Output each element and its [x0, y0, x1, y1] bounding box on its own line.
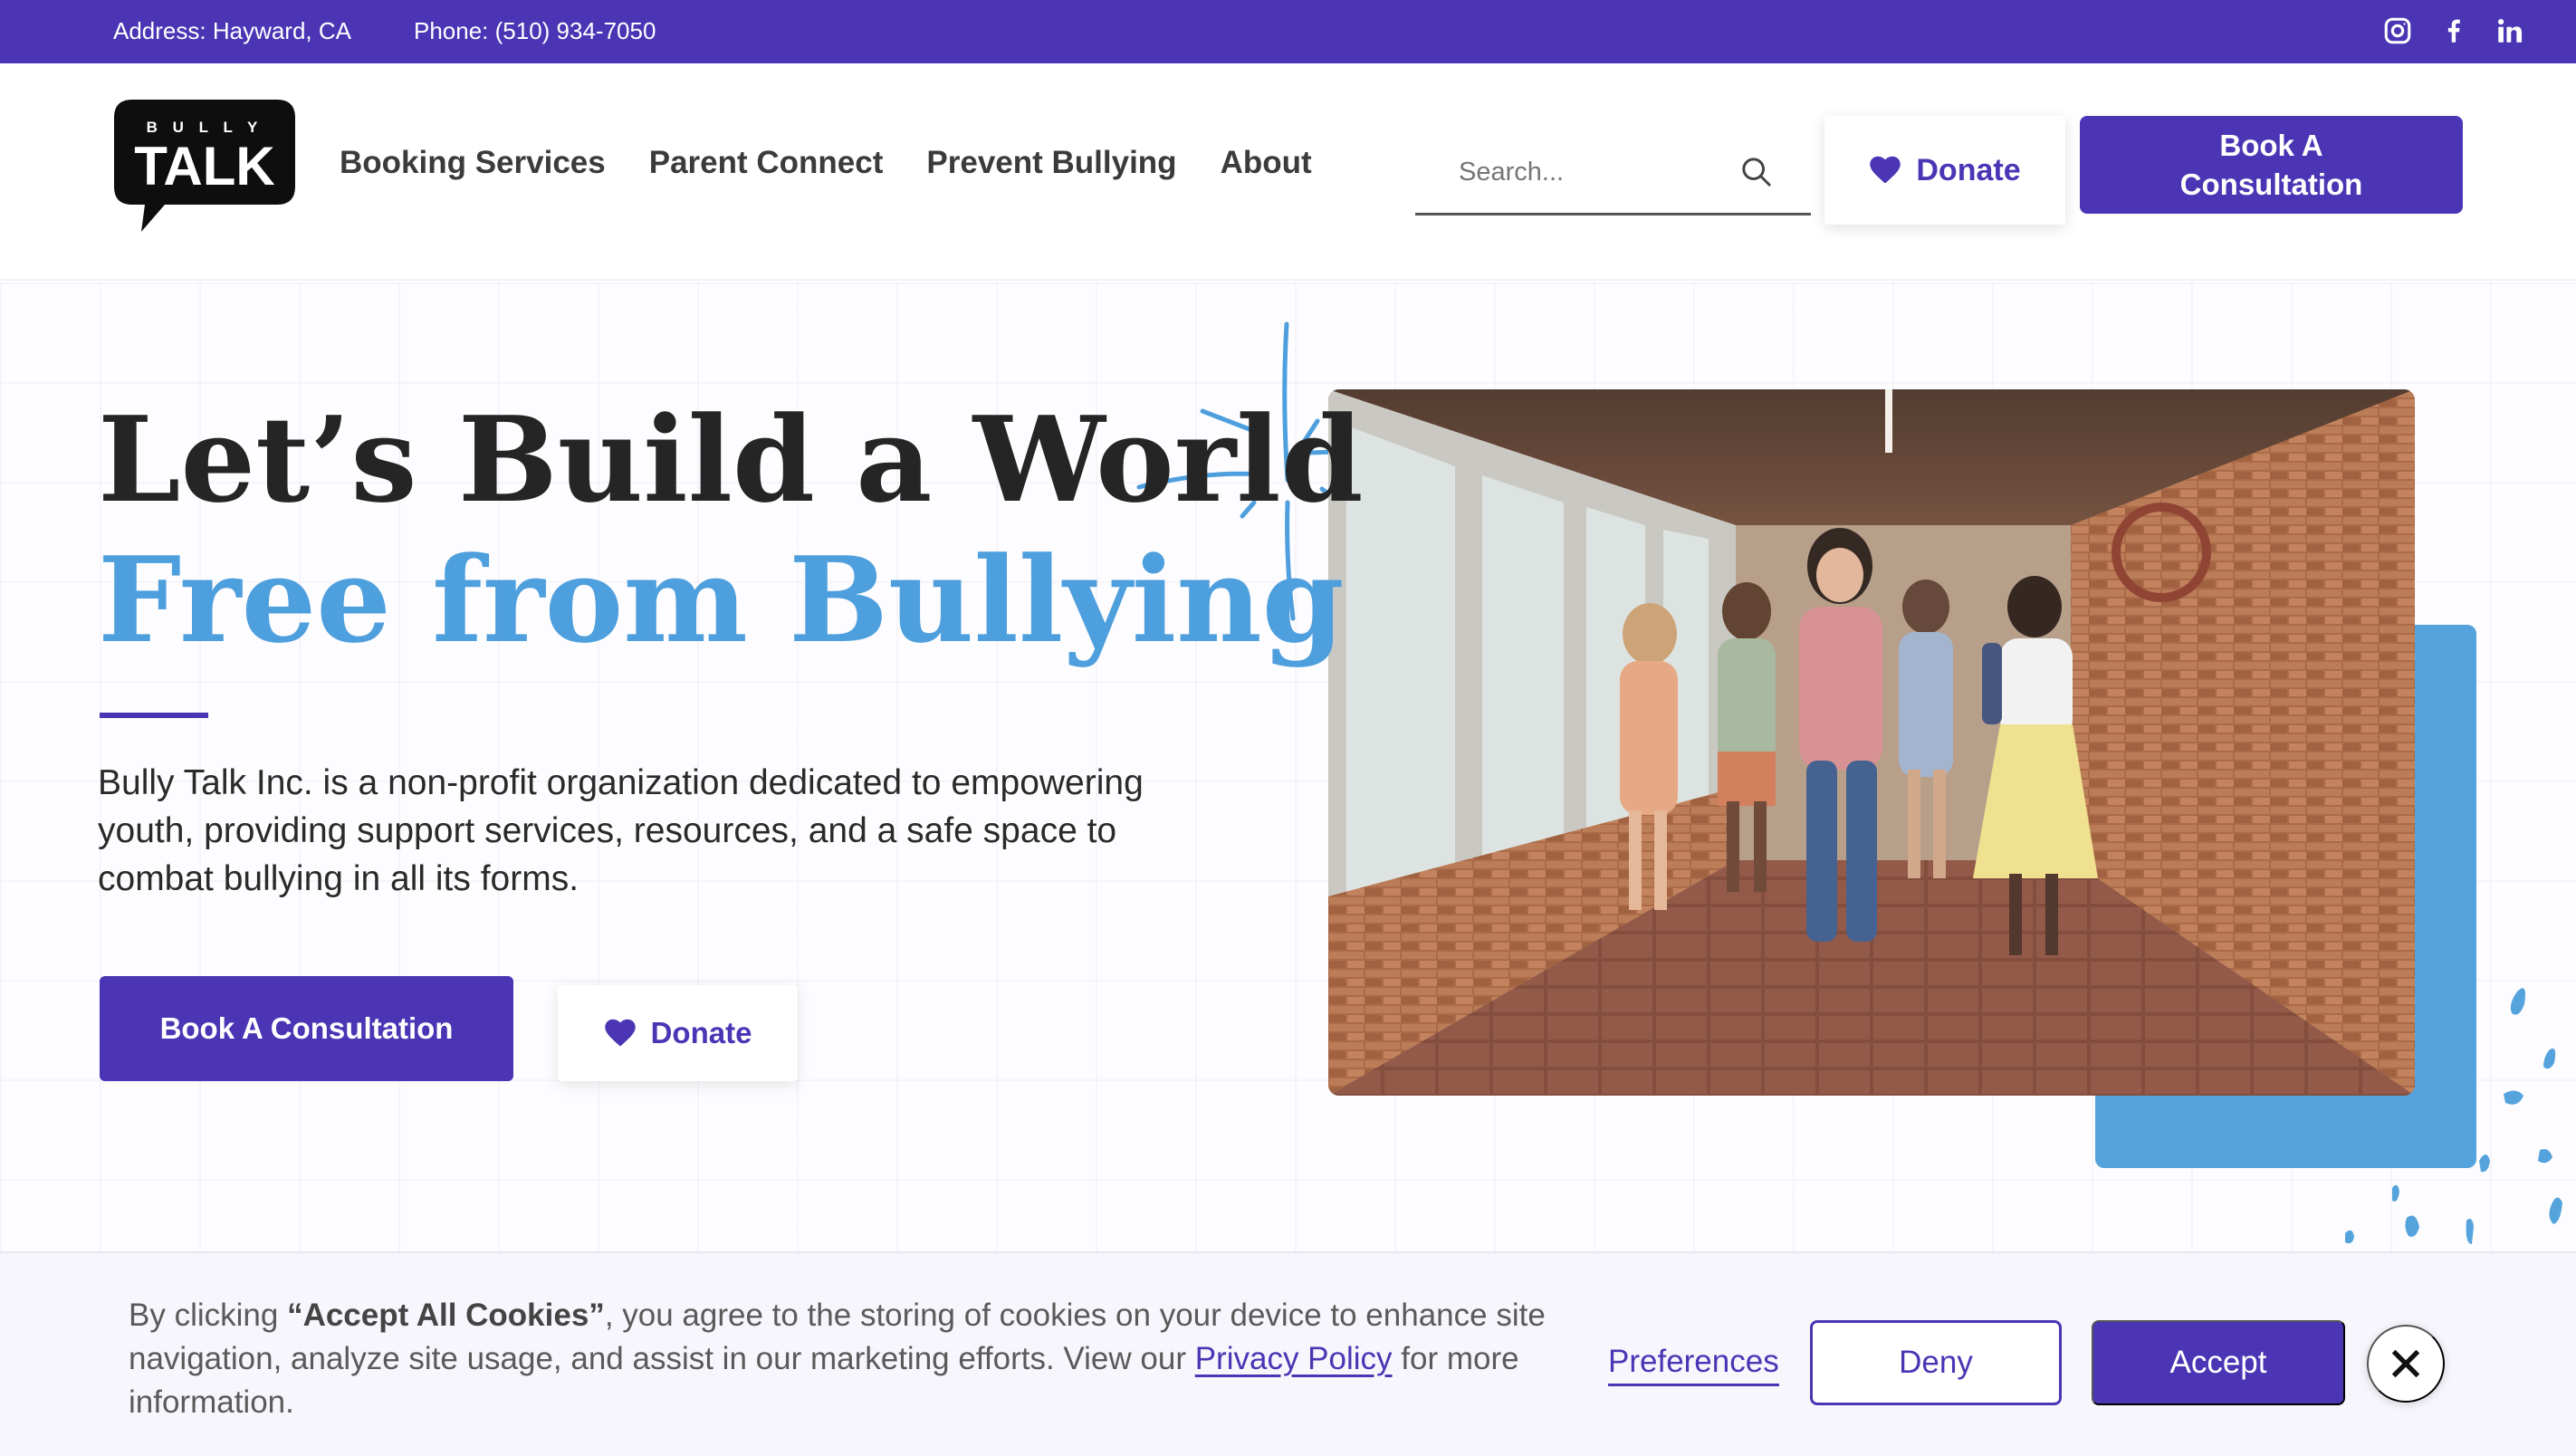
cookie-text-before: By clicking: [129, 1298, 288, 1333]
hero-donate-label: Donate: [650, 1016, 752, 1049]
cookie-text-bold: “Accept All Cookies”: [287, 1298, 605, 1333]
cookie-message: By clicking “Accept All Cookies”, you ag…: [129, 1294, 1577, 1424]
cookie-preferences-link[interactable]: Preferences: [1608, 1344, 1779, 1386]
hero-photo-children-hallway: [1328, 389, 2415, 1096]
privacy-policy-link[interactable]: Privacy Policy: [1195, 1341, 1393, 1376]
hero-donate-button[interactable]: Donate: [558, 985, 798, 1081]
hero-heading-line2: Free from Bullying: [98, 531, 1345, 669]
hero-heading-line1: Let’s Build a World: [98, 390, 1364, 529]
close-icon: [2391, 1349, 2420, 1378]
cookie-accept-button[interactable]: Accept: [2092, 1320, 2345, 1405]
hero-divider: [100, 713, 208, 718]
heart-icon: [604, 1019, 636, 1047]
cookie-close-button[interactable]: [2367, 1325, 2445, 1403]
cookie-banner: By clicking “Accept All Cookies”, you ag…: [0, 1251, 2576, 1456]
cookie-deny-button[interactable]: Deny: [1810, 1320, 2062, 1405]
hero-description: Bully Talk Inc. is a non-profit organiza…: [98, 763, 1144, 898]
hero-heading: Let’s Build a World Free from Bullying: [98, 389, 1364, 670]
hero-book-consultation-button[interactable]: Book A Consultation: [100, 976, 513, 1081]
